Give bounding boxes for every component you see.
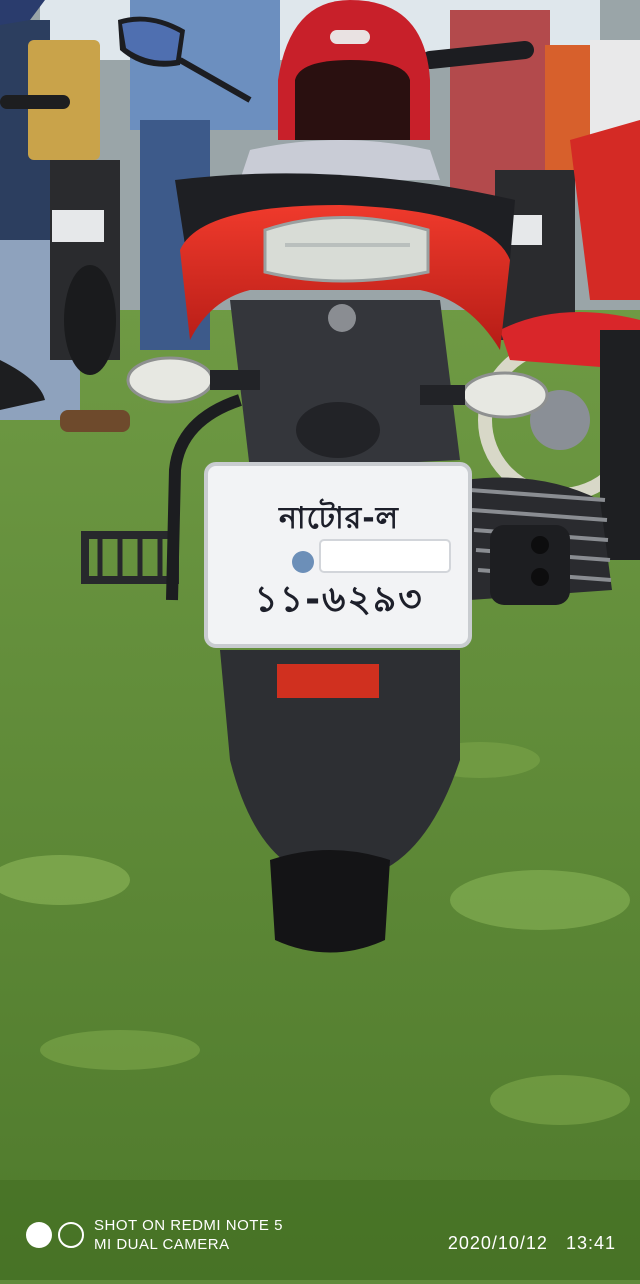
reflector bbox=[277, 664, 379, 698]
watermark-line2: MI DUAL CAMERA bbox=[94, 1236, 230, 1253]
indicator-right bbox=[461, 371, 549, 419]
photo-timestamp: 2020/10/12 13:41 bbox=[448, 1233, 616, 1254]
rear-tyre bbox=[270, 850, 390, 953]
motorcycle-photo bbox=[0, 0, 640, 1280]
timestamp-time: 13:41 bbox=[565, 1233, 616, 1253]
camera-watermark: SHOT ON REDMI NOTE 5 MI DUAL CAMERA bbox=[26, 1216, 283, 1254]
indicator-left bbox=[126, 356, 214, 404]
camera-logo-icon bbox=[26, 1222, 84, 1248]
timestamp-date: 2020/10/12 bbox=[447, 1233, 548, 1253]
photo-scene: নাটোর-ল ১১-৬২৯৩ bbox=[0, 0, 640, 1280]
handlebar-right bbox=[421, 41, 534, 69]
license-plate-region-text: নাটোর-ল bbox=[278, 501, 399, 536]
tail-light bbox=[263, 216, 430, 283]
license-plate-number: ১১-৬২৯৩ bbox=[254, 579, 424, 620]
watermark-text: SHOT ON REDMI NOTE 5 MI DUAL CAMERA bbox=[94, 1216, 283, 1254]
watermark-line1: SHOT ON REDMI NOTE 5 bbox=[94, 1217, 283, 1234]
